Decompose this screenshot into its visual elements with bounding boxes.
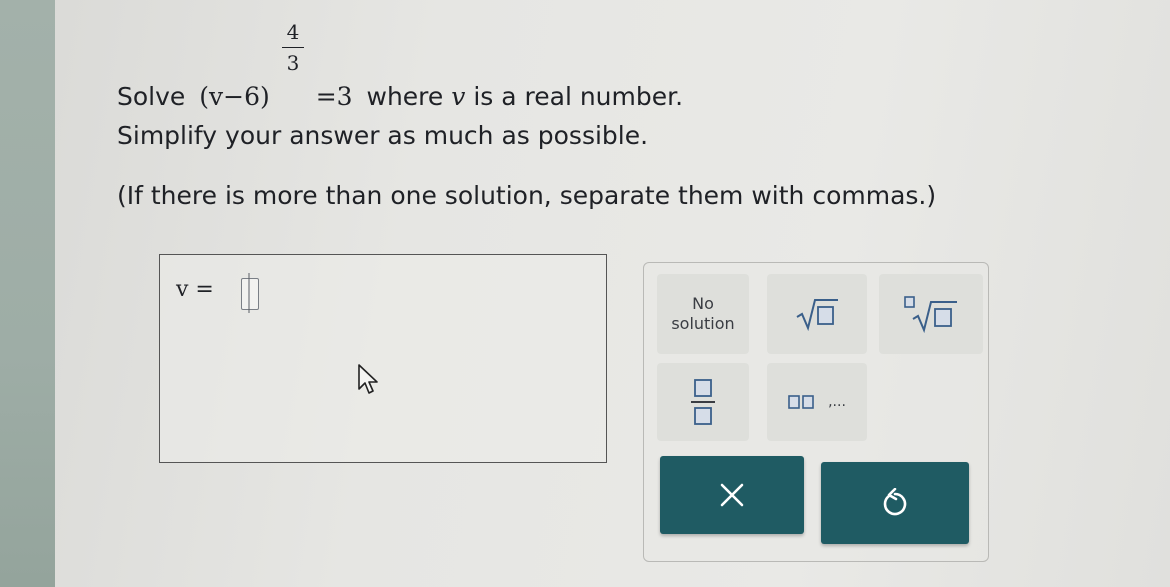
no-solution-button[interactable]: No solution xyxy=(657,274,749,354)
exponent-fraction: 4 3 xyxy=(282,20,304,75)
equation-base: (v−6) xyxy=(199,82,270,111)
square-root-button[interactable] xyxy=(767,274,867,354)
nth-root-icon xyxy=(904,296,957,333)
nth-root-button[interactable] xyxy=(879,274,983,354)
simplify-instruction: Simplify your answer as much as possible… xyxy=(117,121,649,150)
where-text: where xyxy=(366,82,444,111)
solve-word: Solve xyxy=(117,82,186,111)
fraction-icon xyxy=(691,379,715,425)
undo-icon xyxy=(883,488,907,516)
question-line-1: Solve (v−6) =3 where v is a real number. xyxy=(117,82,683,111)
no-solution-label-line2: solution xyxy=(671,314,735,333)
left-edge-strip xyxy=(0,0,55,587)
mouse-cursor-icon xyxy=(358,364,378,394)
answer-label: v = xyxy=(176,277,214,302)
no-solution-label-line1: No xyxy=(692,294,714,313)
list-icon xyxy=(788,395,814,409)
x-icon xyxy=(720,483,744,507)
variable-name: v xyxy=(451,82,466,111)
square-root-icon xyxy=(796,299,838,331)
answer-area[interactable]: v = xyxy=(159,254,607,463)
exponent-numerator: 4 xyxy=(286,20,300,44)
exponent-denominator: 3 xyxy=(286,51,300,75)
equation-rhs: =3 xyxy=(315,82,353,111)
fraction-button[interactable] xyxy=(657,363,749,441)
multiple-solution-instruction: (If there is more than one solution, sep… xyxy=(117,181,937,210)
list-ellipsis: ,... xyxy=(828,394,846,410)
list-button[interactable]: ,... xyxy=(767,363,867,441)
is-real-text: is a real number. xyxy=(473,82,684,111)
exponent-fraction-bar xyxy=(282,47,304,48)
clear-button[interactable] xyxy=(660,456,804,534)
undo-button[interactable] xyxy=(821,462,969,544)
text-caret-icon xyxy=(248,273,250,313)
